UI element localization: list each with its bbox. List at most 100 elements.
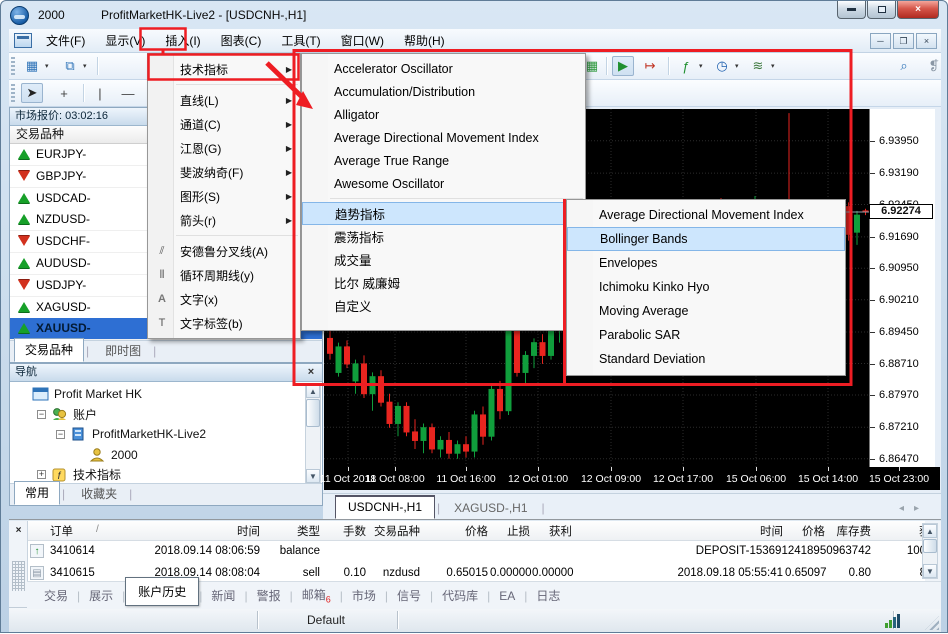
- insert-menu-item-5[interactable]: 斐波纳奇(F)▶: [148, 160, 300, 184]
- terminal-tab-5[interactable]: 邮箱6: [293, 582, 340, 608]
- templates-button[interactable]: ≋: [747, 56, 769, 76]
- new-chart-button[interactable]: ▦: [21, 56, 43, 76]
- menu-item-2[interactable]: 插入(I): [155, 30, 210, 52]
- cursor-button[interactable]: ➤: [21, 83, 43, 103]
- insert-menu-item-10[interactable]: ⦀循环周期线(y): [148, 263, 300, 287]
- terminal-tab-10[interactable]: 日志: [527, 583, 569, 608]
- title-bar[interactable]: 2000 ProfitMarketHK-Live2 - [USDCNH-,H1]…: [1, 1, 947, 29]
- column-header-symbol[interactable]: 交易品种: [368, 523, 420, 540]
- trend-menu-item-5[interactable]: Parabolic SAR: [567, 323, 845, 347]
- column-header-tp[interactable]: 获利: [532, 523, 572, 540]
- column-header-lots[interactable]: 手数: [324, 523, 366, 540]
- column-header-profit[interactable]: 获利: [873, 523, 925, 540]
- navigator-item-1[interactable]: −账户: [37, 404, 322, 424]
- crosshair-button[interactable]: +: [53, 83, 75, 103]
- column-header-swap[interactable]: 库存费: [827, 523, 871, 540]
- vertical-line-tool-button[interactable]: |: [89, 83, 111, 103]
- chart-tab-1[interactable]: XAGUSD-,H1: [442, 498, 539, 519]
- minimize-button[interactable]: [837, 1, 866, 19]
- terminal-tab-6[interactable]: 市场: [343, 583, 385, 608]
- insert-menu-item-2[interactable]: 直线(L)▶: [148, 88, 300, 112]
- dropdown-caret-icon[interactable]: ▾: [735, 62, 739, 70]
- market-watch-tab-0[interactable]: 交易品种: [14, 338, 84, 362]
- column-header-close_price[interactable]: 价格: [785, 523, 825, 540]
- insert-menu-item-11[interactable]: A文字(x): [148, 287, 300, 311]
- close-button[interactable]: ×: [897, 1, 939, 19]
- trend-menu-item-6[interactable]: Standard Deviation: [567, 347, 845, 371]
- periods-button[interactable]: ◷: [711, 56, 733, 76]
- trend-menu-item-3[interactable]: Ichimoku Kinko Hyo: [567, 275, 845, 299]
- resize-grip[interactable]: [925, 616, 939, 630]
- indicators-menu-item-9[interactable]: 成交量▶: [302, 248, 585, 271]
- navigator-item-0[interactable]: Profit Market HK: [18, 384, 310, 404]
- mdi-minimize-button[interactable]: ─: [870, 33, 891, 49]
- indicators-menu-item-5[interactable]: Awesome Oscillator: [302, 172, 585, 195]
- navigator-item-3[interactable]: 2000: [75, 445, 322, 465]
- collapse-icon[interactable]: −: [56, 430, 65, 439]
- trend-menu-item-1[interactable]: Bollinger Bands: [567, 227, 845, 251]
- indicators-menu-item-10[interactable]: 比尔 威廉姆▶: [302, 271, 585, 294]
- column-header-close_time[interactable]: 时间: [574, 523, 783, 540]
- trend-menu-item-4[interactable]: Moving Average: [567, 299, 845, 323]
- indicators-menu-item-11[interactable]: 自定义▶: [302, 294, 585, 317]
- terminal-tab-8[interactable]: 代码库: [433, 583, 487, 608]
- column-header-order[interactable]: 订单: [50, 523, 138, 540]
- status-profile[interactable]: Default: [261, 613, 391, 627]
- chart-tab-0[interactable]: USDCNH-,H1: [335, 495, 435, 519]
- terminal-tab-0[interactable]: 交易: [35, 583, 77, 608]
- terminal-tab-1[interactable]: 展示: [80, 583, 122, 608]
- expand-icon[interactable]: +: [37, 470, 46, 479]
- menu-item-6[interactable]: 帮助(H): [394, 30, 455, 52]
- trend-menu-item-0[interactable]: Average Directional Movement Index: [567, 203, 845, 227]
- terminal-dock-grip[interactable]: [12, 561, 25, 591]
- dropdown-caret-icon[interactable]: ▾: [83, 62, 87, 70]
- indicators-menu-item-0[interactable]: Accelerator Oscillator: [302, 57, 585, 80]
- dropdown-caret-icon[interactable]: ▾: [771, 62, 775, 70]
- restore-button[interactable]: [867, 1, 896, 19]
- terminal-tab-3[interactable]: 新闻: [202, 583, 244, 608]
- trend-menu-item-2[interactable]: Envelopes: [567, 251, 845, 275]
- search-button[interactable]: ⌕: [893, 56, 915, 76]
- dropdown-caret-icon[interactable]: ▾: [699, 62, 703, 70]
- navigator-tab-0[interactable]: 常用: [14, 481, 60, 505]
- mdi-close-button[interactable]: ×: [916, 33, 937, 49]
- table-row[interactable]: ↑34106142018.09.14 08:06:59balance100.00…: [28, 542, 925, 563]
- insert-menu-item-9[interactable]: ⫽安德鲁分叉线(A): [148, 239, 300, 263]
- menu-item-5[interactable]: 窗口(W): [331, 30, 394, 52]
- indicators-menu-item-4[interactable]: Average True Range: [302, 149, 585, 172]
- profiles-button[interactable]: ⧉: [59, 56, 81, 76]
- column-header-sl[interactable]: 止损: [490, 523, 530, 540]
- menu-item-3[interactable]: 图表(C): [211, 30, 272, 52]
- chart-shift-button[interactable]: ↦: [639, 56, 661, 76]
- collapse-icon[interactable]: −: [37, 410, 46, 419]
- navigator-item-2[interactable]: −ProfitMarketHK-Live2: [56, 424, 322, 444]
- insert-menu-item-0[interactable]: 技术指标▶: [148, 57, 300, 81]
- terminal-tab-4[interactable]: 警报: [248, 583, 290, 608]
- navigator-close-icon[interactable]: ×: [304, 366, 318, 379]
- terminal-scrollbar[interactable]: ▲ ▼: [922, 523, 938, 579]
- terminal-tab-9[interactable]: EA: [490, 585, 524, 607]
- market-watch-tab-1[interactable]: 即时图: [95, 340, 151, 362]
- navigator-item-4[interactable]: +f技术指标: [37, 465, 322, 485]
- insert-menu-item-4[interactable]: 江恩(G)▶: [148, 136, 300, 160]
- insert-menu-item-6[interactable]: 图形(S)▶: [148, 184, 300, 208]
- insert-menu-item-7[interactable]: 箭头(r)▶: [148, 208, 300, 232]
- navigator-scrollbar[interactable]: ▲ ▼: [305, 383, 321, 484]
- insert-menu-item-12[interactable]: T文字标签(b): [148, 311, 300, 335]
- dropdown-caret-icon[interactable]: ▾: [45, 62, 49, 70]
- indicators-add-button[interactable]: ƒ: [675, 56, 697, 76]
- indicators-menu-item-7[interactable]: 趋势指标▶: [302, 202, 585, 225]
- column-header-type[interactable]: 类型: [264, 523, 320, 540]
- column-header-open_price[interactable]: 价格: [424, 523, 488, 540]
- terminal-close-icon[interactable]: ×: [12, 525, 25, 538]
- menu-item-1[interactable]: 显示(V): [95, 30, 155, 52]
- column-header-open_time[interactable]: 时间: [140, 523, 260, 540]
- mdi-restore-button[interactable]: ❐: [893, 33, 914, 49]
- terminal-tab-2[interactable]: 账户历史: [125, 577, 199, 606]
- insert-menu-item-3[interactable]: 通道(C)▶: [148, 112, 300, 136]
- navigator-tab-1[interactable]: 收藏夹: [71, 483, 127, 505]
- horizontal-line-tool-button[interactable]: —: [117, 83, 139, 103]
- terminal-tab-7[interactable]: 信号: [388, 583, 430, 608]
- menu-item-4[interactable]: 工具(T): [271, 30, 330, 52]
- indicators-menu-item-3[interactable]: Average Directional Movement Index: [302, 126, 585, 149]
